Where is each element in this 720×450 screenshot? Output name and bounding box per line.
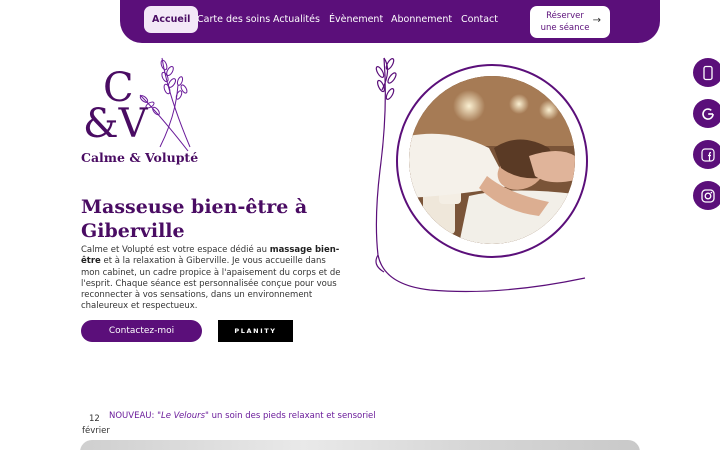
news-quoted-title: "Le Velours": [157, 411, 209, 421]
logo-letters-and-v: &V: [83, 101, 148, 147]
massage-photo: [409, 76, 575, 244]
book-session-label: Réserver une séance: [540, 10, 590, 34]
massage-scene-illustration: [409, 76, 575, 244]
brand-logo[interactable]: C &V Calme & Volupté: [80, 55, 200, 170]
book-session-button[interactable]: Réserver une séance →: [530, 6, 610, 38]
contact-button[interactable]: Contactez-moi: [81, 320, 202, 342]
page-title: Masseuse bien-être à Giberville: [81, 196, 308, 242]
intro-text-end: et à la relaxation à Giberville. Je vous…: [81, 256, 341, 312]
top-navigation: Accueil Carte des soins Actualités Évène…: [120, 0, 660, 43]
news-description: un soin des pieds relaxant et sensoriel: [208, 411, 376, 421]
google-button[interactable]: [693, 99, 720, 128]
google-icon: [702, 108, 714, 120]
nav-item-carte-des-soins[interactable]: Carte des soins: [197, 6, 270, 33]
nav-item-accueil[interactable]: Accueil: [144, 6, 199, 33]
instagram-button[interactable]: [693, 181, 720, 210]
news-image: [80, 440, 640, 450]
phone-button[interactable]: [693, 58, 720, 87]
nav-item-contact[interactable]: Contact: [461, 6, 498, 33]
news-prefix: NOUVEAU:: [109, 411, 158, 421]
planity-button[interactable]: PLANITY: [218, 320, 293, 342]
phone-icon: [703, 65, 713, 81]
facebook-icon: [701, 148, 715, 162]
news-date-day: 12: [89, 414, 100, 424]
arrow-right-icon: →: [592, 15, 601, 26]
logo-monogram: C &V: [83, 68, 148, 147]
news-headline[interactable]: NOUVEAU: "Le Velours" un soin des pieds …: [109, 411, 376, 421]
nav-item-actualites[interactable]: Actualités: [273, 6, 320, 33]
intro-text-start: Calme et Volupté est votre espace dédié …: [81, 245, 270, 255]
news-date-month: février: [82, 426, 110, 436]
nav-item-evenement[interactable]: Évènement: [329, 6, 383, 33]
book-session-line1: Réserver: [546, 11, 584, 21]
nav-item-abonnement[interactable]: Abonnement: [391, 6, 452, 33]
logo-brand-name: Calme & Volupté: [81, 150, 199, 165]
facebook-button[interactable]: [693, 140, 720, 169]
book-session-line2: une séance: [540, 23, 590, 33]
instagram-icon: [701, 189, 715, 203]
intro-paragraph: Calme et Volupté est votre espace dédié …: [81, 245, 343, 313]
